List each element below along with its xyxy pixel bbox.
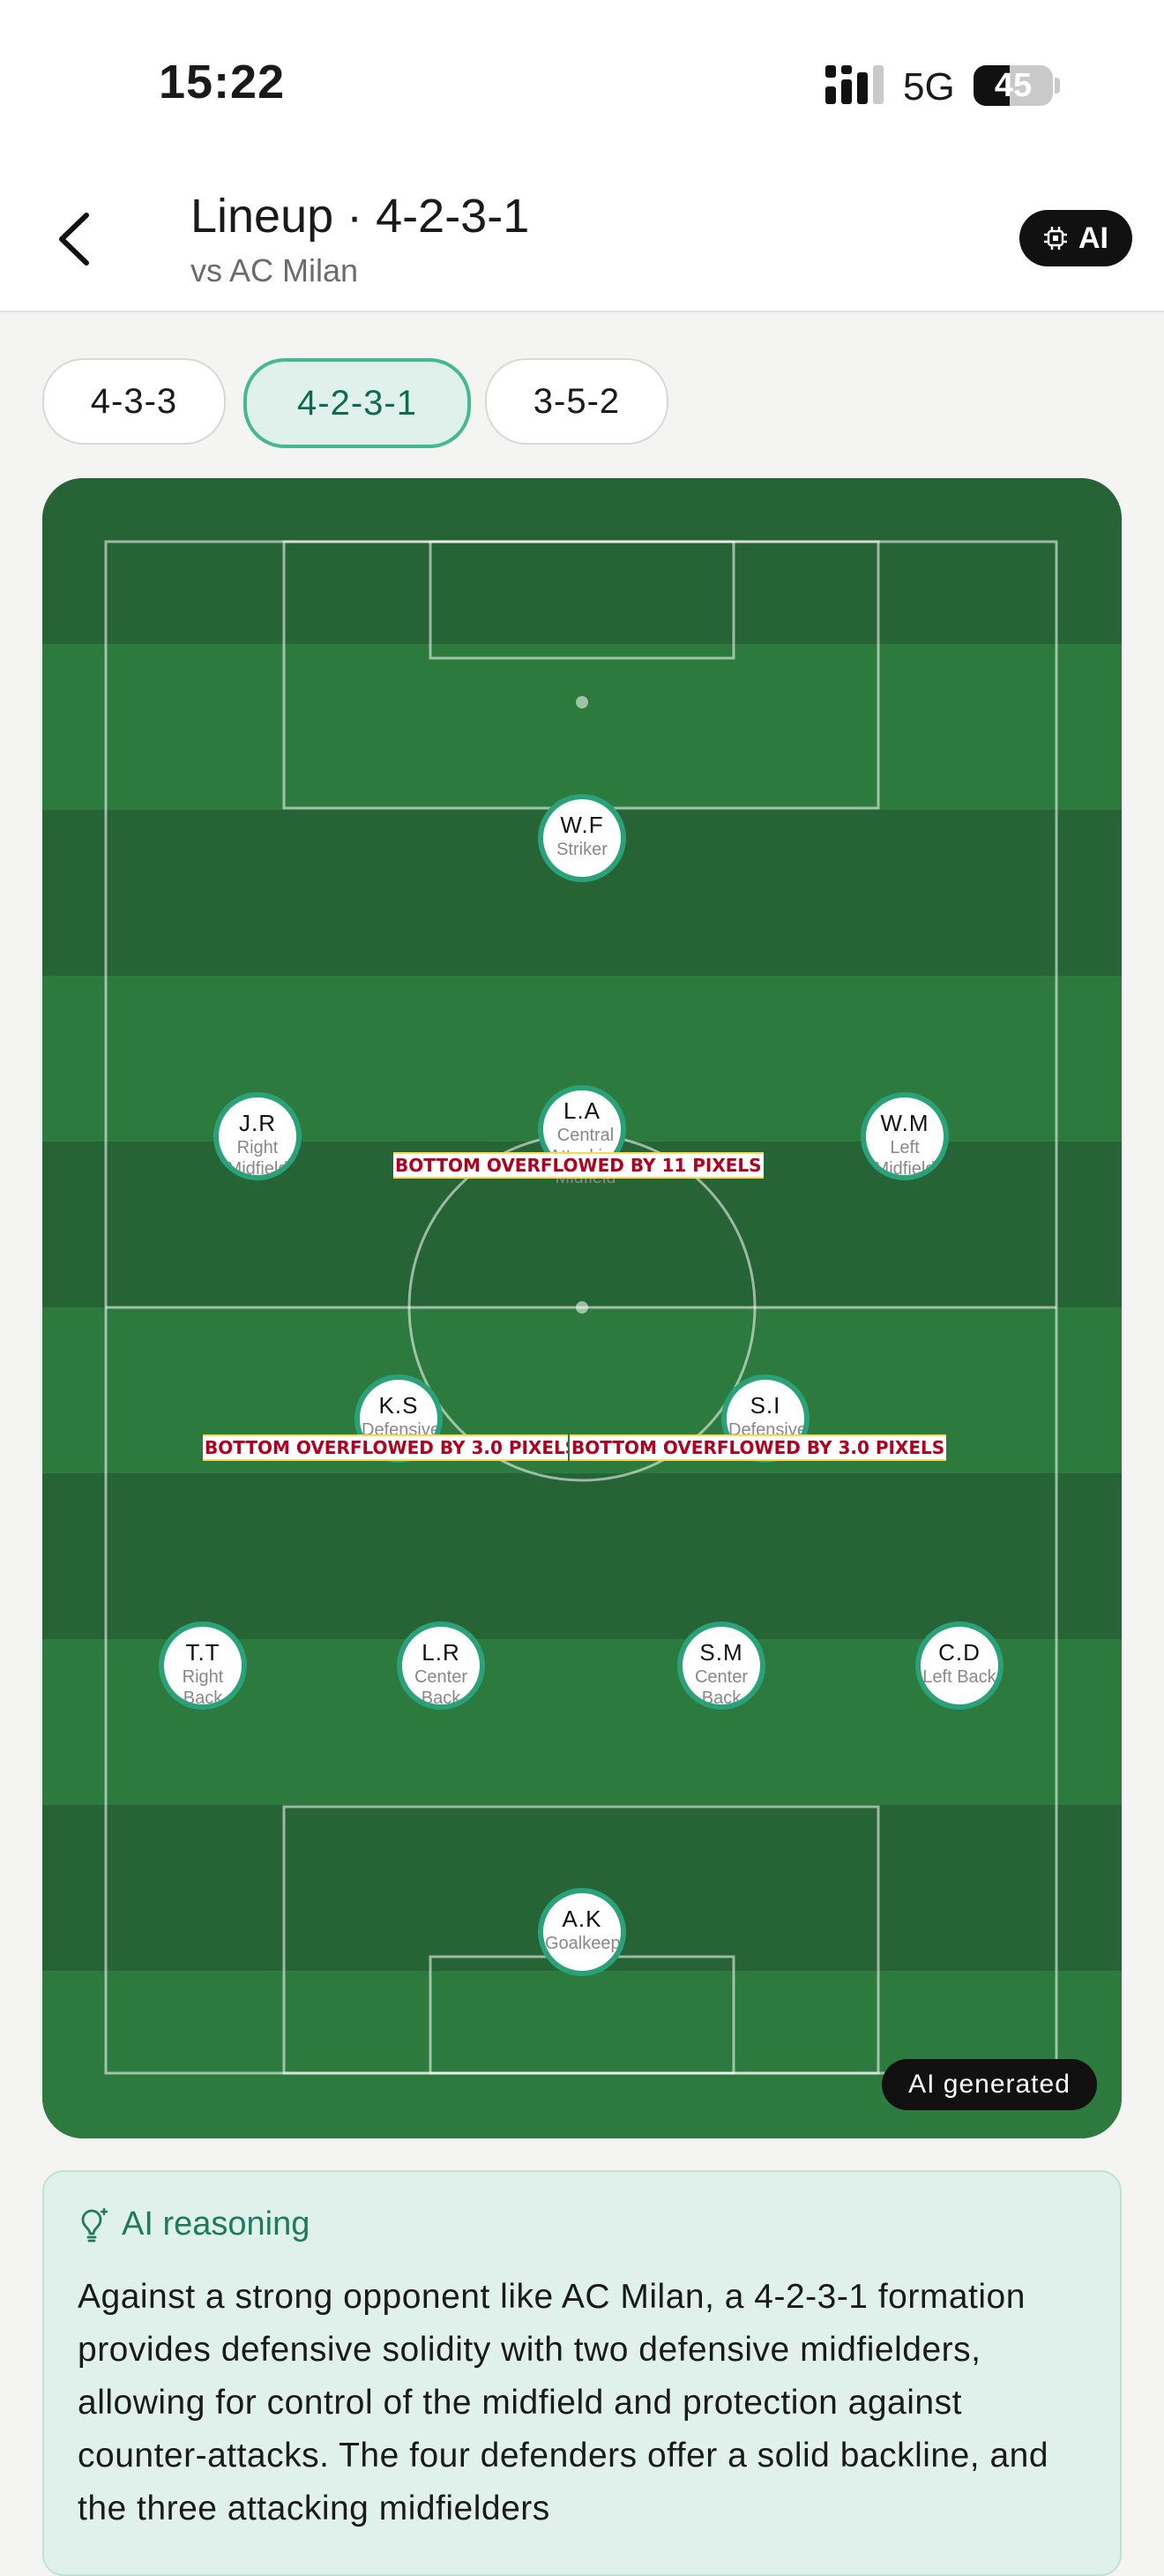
player-initials: W.F [560,812,604,838]
player-initials: C.D [938,1639,981,1666]
formation-chip-label: 3-5-2 [533,381,621,421]
reasoning-text: Against a strong opponent like AC Milan,… [78,2278,1049,2527]
player-initials: J.R [239,1110,276,1136]
ai-reasoning-card: AI reasoning Against a strong opponent l… [42,2170,1122,2576]
player-goalkeeper[interactable]: A.K Goalkeeper [538,1888,626,1976]
formation-chip-433[interactable]: 4-3-3 [42,358,226,445]
player-role: Striker [556,840,608,859]
battery-percent: 45 [994,67,1033,104]
network-label: 5G [903,65,955,109]
player-initials: T.T [185,1639,220,1666]
player-left-back[interactable]: C.D Left Back [915,1621,1004,1710]
player-right-midfield[interactable]: J.R Right Midfield [213,1092,302,1180]
player-initials: S.M [699,1639,743,1666]
battery-cap [1055,78,1060,94]
player-center-back-left[interactable]: S.M Center Back [677,1621,765,1710]
battery-icon: 45 [974,65,1053,106]
overflow-error-dm-right: BOTTOM OVERFLOWED BY 3.0 PIXELS [570,1434,947,1461]
player-striker[interactable]: W.F Striker [538,794,626,882]
player-initials: L.A [563,1097,601,1124]
lightbulb-icon [81,2207,108,2242]
player-initials: S.I [750,1392,781,1419]
back-arrow-icon[interactable] [51,208,104,270]
page-subtitle: vs AC Milan [190,252,359,288]
pitch: W.F Striker J.R Right Midfield L.A Centr… [42,478,1122,2138]
reasoning-heading: AI reasoning [122,2205,310,2243]
formation-chip-label: 4-2-3-1 [297,383,417,423]
formation-chip-label: 4-3-3 [90,381,178,421]
player-initials: K.S [378,1392,419,1419]
status-bar: 15:22 5G 45 [0,0,1164,168]
formation-chip-352[interactable]: 3-5-2 [485,358,668,445]
player-left-midfield[interactable]: W.M Left Midfield [861,1092,949,1180]
player-role: Left Back [922,1667,996,1687]
page-title: Lineup · 4-2-3-1 [190,190,530,243]
overflow-error-cam: BOTTOM OVERFLOWED BY 11 PIXELS [393,1152,764,1179]
ai-button-label: AI [1078,221,1108,255]
ai-generated-badge: AI generated [882,2059,1097,2110]
chip-icon [1044,227,1067,250]
overflow-error-dm-left: BOTTOM OVERFLOWED BY 3.0 PIXELS [203,1434,568,1461]
player-initials: W.M [880,1110,929,1136]
reasoning-header: AI reasoning [78,2205,310,2243]
player-initials: L.R [422,1639,460,1666]
player-right-back[interactable]: T.T Right Back [159,1621,247,1710]
player-role: Goalkeeper [545,1934,621,1953]
formation-chip-4231[interactable]: 4-2-3-1 [243,358,471,448]
player-initials: A.K [562,1906,602,1932]
player-center-back-right[interactable]: L.R Center Back [397,1621,485,1710]
app-bar: Lineup · 4-2-3-1 vs AC Milan AI [0,168,1164,312]
status-time: 15:22 [159,56,286,109]
ai-button[interactable]: AI [1019,210,1132,266]
signal-icon [825,65,884,104]
